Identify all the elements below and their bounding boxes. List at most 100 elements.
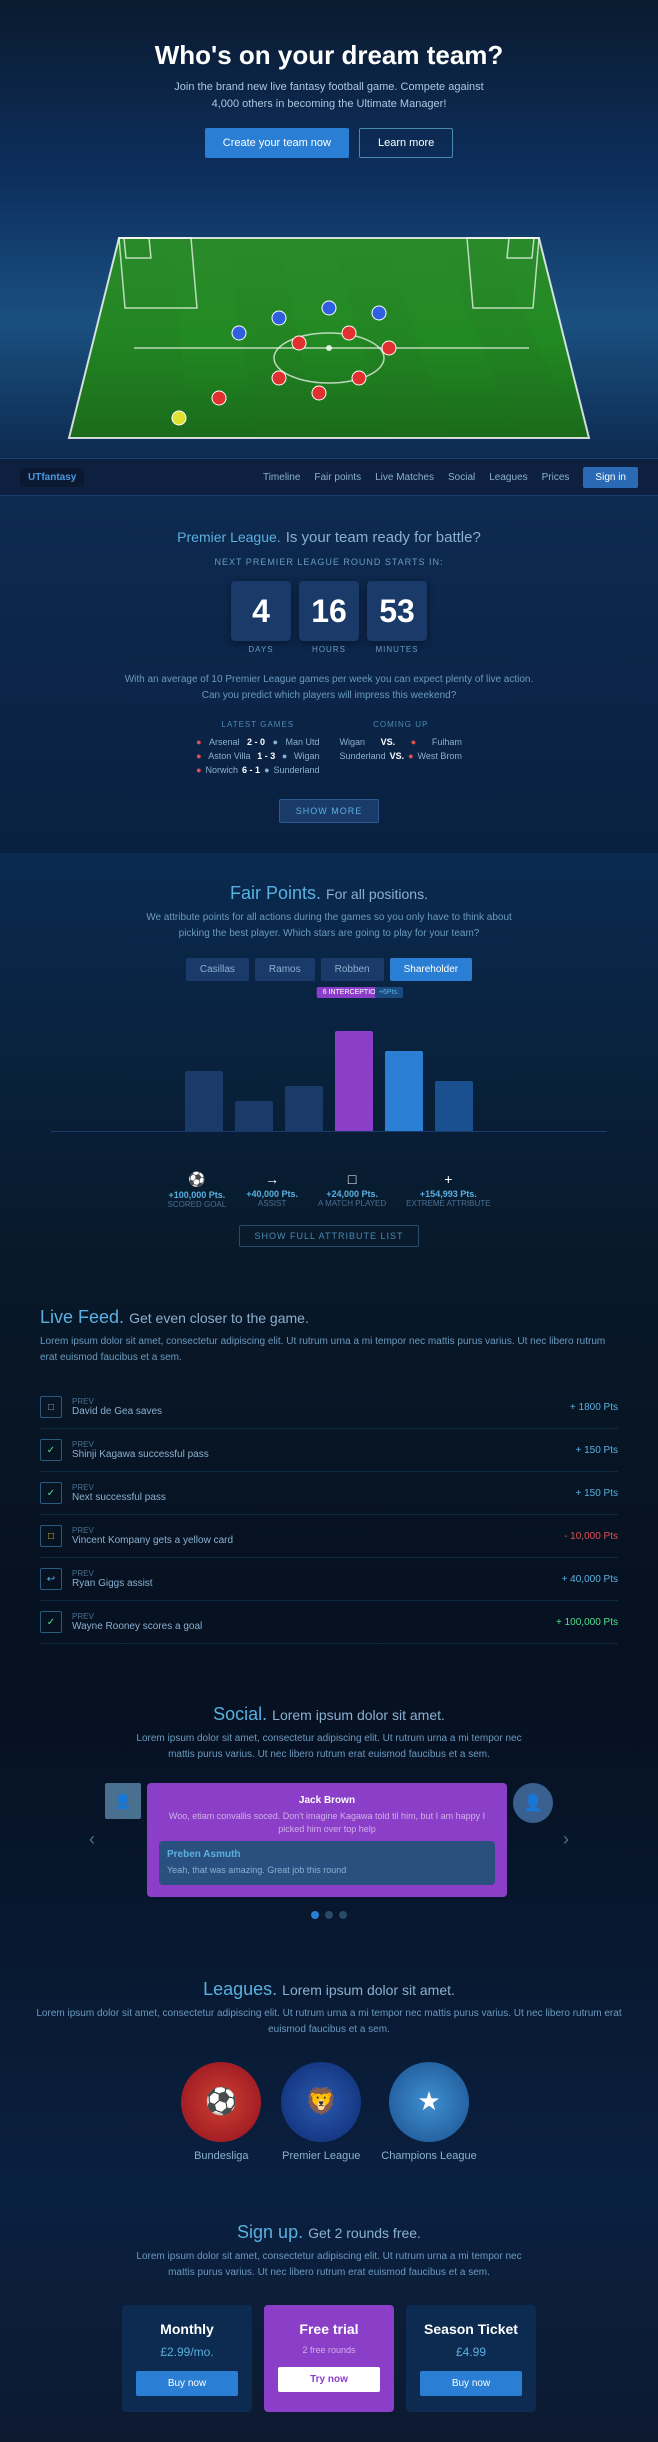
football-field [39,178,619,458]
fair-desc: We attribute points for all actions duri… [20,910,638,942]
live-title: Live Feed. Get even closer to the game. [40,1307,618,1328]
create-team-button[interactable]: Create your team now [205,128,349,158]
premier-title: Premier League. Is your team ready for b… [20,526,638,547]
extreme-icon: + [406,1171,490,1187]
feed-pts-goal: + 100,000 Pts [556,1617,618,1628]
feed-info: PREV Shinji Kagawa successful pass [72,1440,565,1460]
feed-list: □ PREV David de Gea saves + 1800 Pts ✓ P… [40,1386,618,1644]
fair-title: Fair Points. For all positions. [20,883,638,904]
feed-pts: + 150 Pts [575,1488,618,1499]
feed-item: ✓ PREV Next successful pass + 150 Pts [40,1472,618,1515]
feed-icon-assist: ↩ [40,1568,62,1590]
nav-live-matches[interactable]: Live Matches [375,472,434,483]
feed-pts-negative: - 10,000 Pts [564,1531,618,1542]
reply-username: Preben Asmuth [167,1849,487,1860]
signup-desc: Lorem ipsum dolor sit amet, consectetur … [20,2249,638,2281]
carousel-next[interactable]: › [553,1819,579,1860]
signup-title: Sign up. Get 2 rounds free. [20,2222,638,2243]
pricing-season: Season Ticket £4.99 Buy now [406,2305,536,2412]
games-grid: LATEST GAMES ●Arsenal2 - 0●Man Utd ●Asto… [20,720,638,779]
coming-games-col: COMING UP WiganVS.●Fulham SunderlandVS.●… [340,720,462,779]
bundesliga-name: Bundesliga [181,2150,261,2162]
tab-robben[interactable]: Robben [321,958,384,981]
signup-section: Sign up. Get 2 rounds free. Lorem ipsum … [0,2192,658,2442]
label-days: DAYS [231,645,291,654]
feed-pts: + 40,000 Pts [562,1574,618,1585]
nav-timeline[interactable]: Timeline [263,472,300,483]
leagues-section: Leagues. Lorem ipsum dolor sit amet. Lor… [0,1949,658,2192]
league-bundesliga: ⚽ Bundesliga [181,2062,261,2162]
stat-match: □ +24,000 Pts. A MATCH PLAYED [318,1171,386,1209]
feed-item: ✓ PREV Shinji Kagawa successful pass + 1… [40,1429,618,1472]
hero-title: Who's on your dream team? [20,40,638,71]
champions-badge: ★ [389,2062,469,2142]
feed-item: □ PREV Vincent Kompany gets a yellow car… [40,1515,618,1558]
assist-icon: → [246,1171,298,1187]
dot-2 [325,1911,333,1919]
monthly-buy-button[interactable]: Buy now [136,2371,238,2396]
stat-pts-assist: +40,000 Pts. [246,1189,298,1199]
countdown-minutes: 53 [367,581,427,641]
tab-casillas[interactable]: Casillas [186,958,249,981]
fair-section: Fair Points. For all positions. We attri… [0,853,658,1277]
stat-assist: → +40,000 Pts. ASSIST [246,1171,298,1209]
show-more-button[interactable]: SHOW MORE [279,799,380,823]
game-row: ●Norwich6 - 1●Sunderland [196,765,319,775]
tab-shareholder[interactable]: Shareholder [390,958,472,981]
countdown-labels: DAYS HOURS MINUTES [20,645,638,654]
league-champions: ★ Champions League [381,2062,476,2162]
tab-ramos[interactable]: Ramos [255,958,315,981]
avatar-left: 👤 [105,1783,141,1819]
social-title: Social. Lorem ipsum dolor sit amet. [20,1704,638,1725]
label-minutes: MINUTES [367,645,427,654]
feed-icon-yellow: □ [40,1525,62,1547]
feed-icon-pass: ✓ [40,1439,62,1461]
learn-more-button[interactable]: Learn more [359,128,453,158]
bar-pts: +6Pts. [375,987,403,998]
feed-info: PREV Wayne Rooney scores a goal [72,1612,546,1632]
signin-button[interactable]: Sign in [583,467,638,488]
nav-leagues[interactable]: Leagues [489,472,527,483]
leagues-title: Leagues. Lorem ipsum dolor sit amet. [20,1979,638,2000]
hero-section: Who's on your dream team? Join the brand… [0,0,658,458]
premier-icon: 🦁 [305,2086,337,2117]
season-price: £4.99 [420,2345,522,2359]
carousel-prev[interactable]: ‹ [79,1819,105,1860]
game-row: ●Arsenal2 - 0●Man Utd [196,737,319,747]
premier-desc: With an average of 10 Premier League gam… [20,672,638,704]
dot-3 [339,1911,347,1919]
live-section: Live Feed. Get even closer to the game. … [0,1277,658,1674]
card-text1: Woo, etiam convallis soced. Don't imagin… [159,1810,495,1835]
navbar-logo: UTfantasy [20,468,84,487]
premier-name: Premier League [281,2150,361,2162]
navbar: UTfantasy Timeline Fair points Live Matc… [0,458,658,496]
freetrial-sub: 2 free rounds [278,2345,380,2355]
countdown: 4 16 53 [20,581,638,641]
card-username1: Jack Brown [159,1795,495,1806]
nav-fair-points[interactable]: Fair points [314,472,361,483]
carousel-dots [20,1911,638,1919]
feed-item: ✓ PREV Wayne Rooney scores a goal + 100,… [40,1601,618,1644]
latest-games-col: LATEST GAMES ●Arsenal2 - 0●Man Utd ●Asto… [196,720,319,779]
feed-pts: + 1800 Pts [570,1402,618,1413]
premier-section: Premier League. Is your team ready for b… [0,496,658,853]
coming-title: COMING UP [340,720,462,729]
player-tabs: Casillas Ramos Robben Shareholder [20,958,638,981]
feed-info: PREV Ryan Giggs assist [72,1569,552,1589]
avatar-right: 👤 [513,1783,553,1823]
freetrial-title: Free trial [278,2321,380,2337]
feed-info: PREV Vincent Kompany gets a yellow card [72,1526,554,1546]
feed-item: ↩ PREV Ryan Giggs assist + 40,000 Pts [40,1558,618,1601]
nav-prices[interactable]: Prices [542,472,570,483]
season-buy-button[interactable]: Buy now [420,2371,522,2396]
monthly-price: £2.99/mo. [136,2345,238,2359]
free-trial-button[interactable]: Try now [278,2367,380,2392]
champions-icon: ★ [417,2086,440,2117]
stat-pts-extreme: +154,993 Pts. [406,1189,490,1199]
countdown-hours: 16 [299,581,359,641]
full-list-button[interactable]: SHOW FULL ATTRIBUTE LIST [239,1225,418,1247]
live-desc: Lorem ipsum dolor sit amet, consectetur … [40,1334,618,1366]
stat-pts-goal: +100,000 Pts. [168,1190,227,1200]
nav-social[interactable]: Social [448,472,475,483]
latest-title: LATEST GAMES [196,720,319,729]
